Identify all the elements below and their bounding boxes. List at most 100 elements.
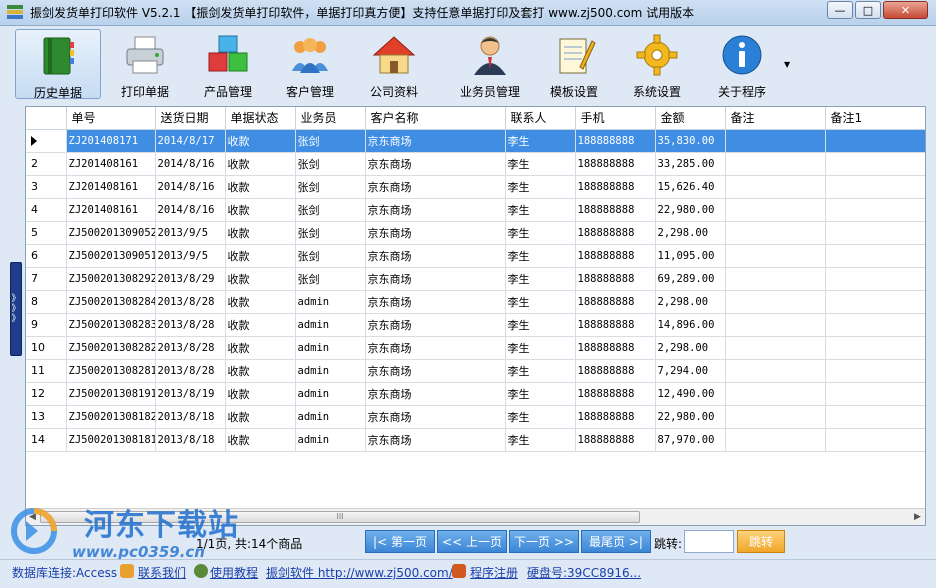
table-cell[interactable]: 收款: [225, 129, 296, 153]
toolbar-company-button[interactable]: 公司资料: [359, 29, 429, 99]
table-cell[interactable]: 2013/8/18: [155, 405, 226, 429]
table-cell[interactable]: 2013/8/29: [155, 267, 226, 291]
table-cell[interactable]: 京东商场: [365, 198, 506, 222]
table-cell[interactable]: 李生: [505, 359, 576, 383]
table-cell[interactable]: admin: [295, 382, 366, 406]
table-cell[interactable]: 京东商场: [365, 336, 506, 360]
table-cell[interactable]: 张剑: [295, 221, 366, 245]
table-cell[interactable]: 188888888: [575, 198, 656, 222]
table-cell[interactable]: ZJ201408161: [66, 198, 156, 222]
table-cell[interactable]: [725, 290, 826, 314]
table-cell[interactable]: [825, 152, 925, 176]
table-cell[interactable]: 11,095.00: [655, 244, 726, 268]
table-cell[interactable]: [725, 221, 826, 245]
table-row[interactable]: 13 ZJ500201308182 2013/8/18 收款 admin 京东商场 李生 18…: [26, 405, 925, 429]
table-cell[interactable]: 张剑: [295, 152, 366, 176]
scroll-right-arrow-icon[interactable]: ▶: [914, 512, 921, 522]
register-link[interactable]: 程序注册: [470, 564, 518, 581]
table-cell[interactable]: 12,490.00: [655, 382, 726, 406]
table-cell[interactable]: 188888888: [575, 382, 656, 406]
table-cell[interactable]: 收款: [225, 221, 296, 245]
table-cell[interactable]: 京东商场: [365, 267, 506, 291]
table-cell[interactable]: [725, 313, 826, 337]
table-cell[interactable]: [725, 267, 826, 291]
column-header[interactable]: 单据状态: [225, 107, 296, 130]
row-number-cell[interactable]: 11: [26, 359, 67, 383]
toolbar-customers-button[interactable]: 客户管理: [275, 29, 345, 99]
table-cell[interactable]: 14,896.00: [655, 313, 726, 337]
table-row[interactable]: 3 ZJ201408161 2014/8/16 收款 张剑 京东商场 李生 188888888…: [26, 175, 925, 199]
row-number-cell[interactable]: 12: [26, 382, 67, 406]
jump-button[interactable]: 跳转: [737, 530, 785, 553]
row-number-cell[interactable]: 2: [26, 152, 67, 176]
table-cell[interactable]: [825, 428, 925, 452]
table-cell[interactable]: 收款: [225, 359, 296, 383]
table-cell[interactable]: 收款: [225, 336, 296, 360]
table-cell[interactable]: 188888888: [575, 244, 656, 268]
disk-id-link[interactable]: 硬盘号:39CC8916...: [527, 564, 641, 581]
table-cell[interactable]: [825, 244, 925, 268]
table-cell[interactable]: 2,298.00: [655, 221, 726, 245]
tutorial-link[interactable]: 使用教程: [210, 564, 258, 581]
table-row[interactable]: 5 ZJ500201309052 2013/9/5 收款 张剑 京东商场 李生 1888888…: [26, 221, 925, 245]
maximize-button[interactable]: □: [855, 1, 881, 19]
table-cell[interactable]: [825, 405, 925, 429]
row-number-cell[interactable]: 9: [26, 313, 67, 337]
table-cell[interactable]: ZJ500201308191: [66, 382, 156, 406]
table-row[interactable]: 9 ZJ500201308283 2013/8/28 收款 admin 京东商场 李生 188…: [26, 313, 925, 337]
table-cell[interactable]: 张剑: [295, 129, 366, 153]
table-cell[interactable]: [825, 175, 925, 199]
table-cell[interactable]: 188888888: [575, 336, 656, 360]
table-cell[interactable]: 京东商场: [365, 221, 506, 245]
table-row[interactable]: 11 ZJ500201308281 2013/8/28 收款 admin 京东商场 李生 18…: [26, 359, 925, 383]
table-cell[interactable]: 2014/8/16: [155, 175, 226, 199]
first-page-button[interactable]: |< 第一页: [365, 530, 435, 553]
table-cell[interactable]: 京东商场: [365, 290, 506, 314]
table-cell[interactable]: 京东商场: [365, 313, 506, 337]
column-header[interactable]: 单号: [66, 107, 156, 130]
table-cell[interactable]: [825, 382, 925, 406]
table-cell[interactable]: 李生: [505, 175, 576, 199]
table-cell[interactable]: admin: [295, 405, 366, 429]
row-number-cell[interactable]: 8: [26, 290, 67, 314]
row-number-cell[interactable]: [26, 129, 67, 153]
table-cell[interactable]: 2014/8/16: [155, 152, 226, 176]
minimize-button[interactable]: —: [827, 1, 853, 19]
table-cell[interactable]: 2013/9/5: [155, 221, 226, 245]
table-cell[interactable]: 2013/8/18: [155, 428, 226, 452]
table-cell[interactable]: 2014/8/16: [155, 198, 226, 222]
table-cell[interactable]: 李生: [505, 405, 576, 429]
column-header[interactable]: [26, 107, 67, 130]
table-cell[interactable]: 2013/9/5: [155, 244, 226, 268]
table-cell[interactable]: 京东商场: [365, 244, 506, 268]
table-cell[interactable]: 收款: [225, 244, 296, 268]
table-row[interactable]: 12 ZJ500201308191 2013/8/19 收款 admin 京东商场 李生 18…: [26, 382, 925, 406]
table-cell[interactable]: [725, 382, 826, 406]
contact-us-link[interactable]: 联系我们: [138, 564, 186, 581]
row-number-cell[interactable]: 13: [26, 405, 67, 429]
table-cell[interactable]: 188888888: [575, 221, 656, 245]
table-cell[interactable]: [825, 359, 925, 383]
table-cell[interactable]: 2013/8/19: [155, 382, 226, 406]
column-header[interactable]: 送货日期: [155, 107, 226, 130]
table-cell[interactable]: ZJ500201308282: [66, 336, 156, 360]
table-cell[interactable]: 李生: [505, 221, 576, 245]
table-cell[interactable]: [825, 129, 925, 153]
table-row[interactable]: 2 ZJ201408161 2014/8/16 收款 张剑 京东商场 李生 188888888…: [26, 152, 925, 176]
row-number-cell[interactable]: 4: [26, 198, 67, 222]
table-cell[interactable]: 188888888: [575, 267, 656, 291]
column-header[interactable]: 联系人: [505, 107, 576, 130]
column-header[interactable]: 备注1: [825, 107, 925, 130]
table-cell[interactable]: [725, 244, 826, 268]
table-cell[interactable]: 李生: [505, 267, 576, 291]
table-cell[interactable]: 收款: [225, 175, 296, 199]
close-button[interactable]: ✕: [883, 1, 928, 19]
table-cell[interactable]: 京东商场: [365, 405, 506, 429]
column-header[interactable]: 备注: [725, 107, 826, 130]
table-cell[interactable]: 京东商场: [365, 428, 506, 452]
table-cell[interactable]: 188888888: [575, 290, 656, 314]
table-cell[interactable]: 收款: [225, 152, 296, 176]
table-cell[interactable]: ZJ500201309052: [66, 221, 156, 245]
row-number-cell[interactable]: 10: [26, 336, 67, 360]
row-number-cell[interactable]: 14: [26, 428, 67, 452]
